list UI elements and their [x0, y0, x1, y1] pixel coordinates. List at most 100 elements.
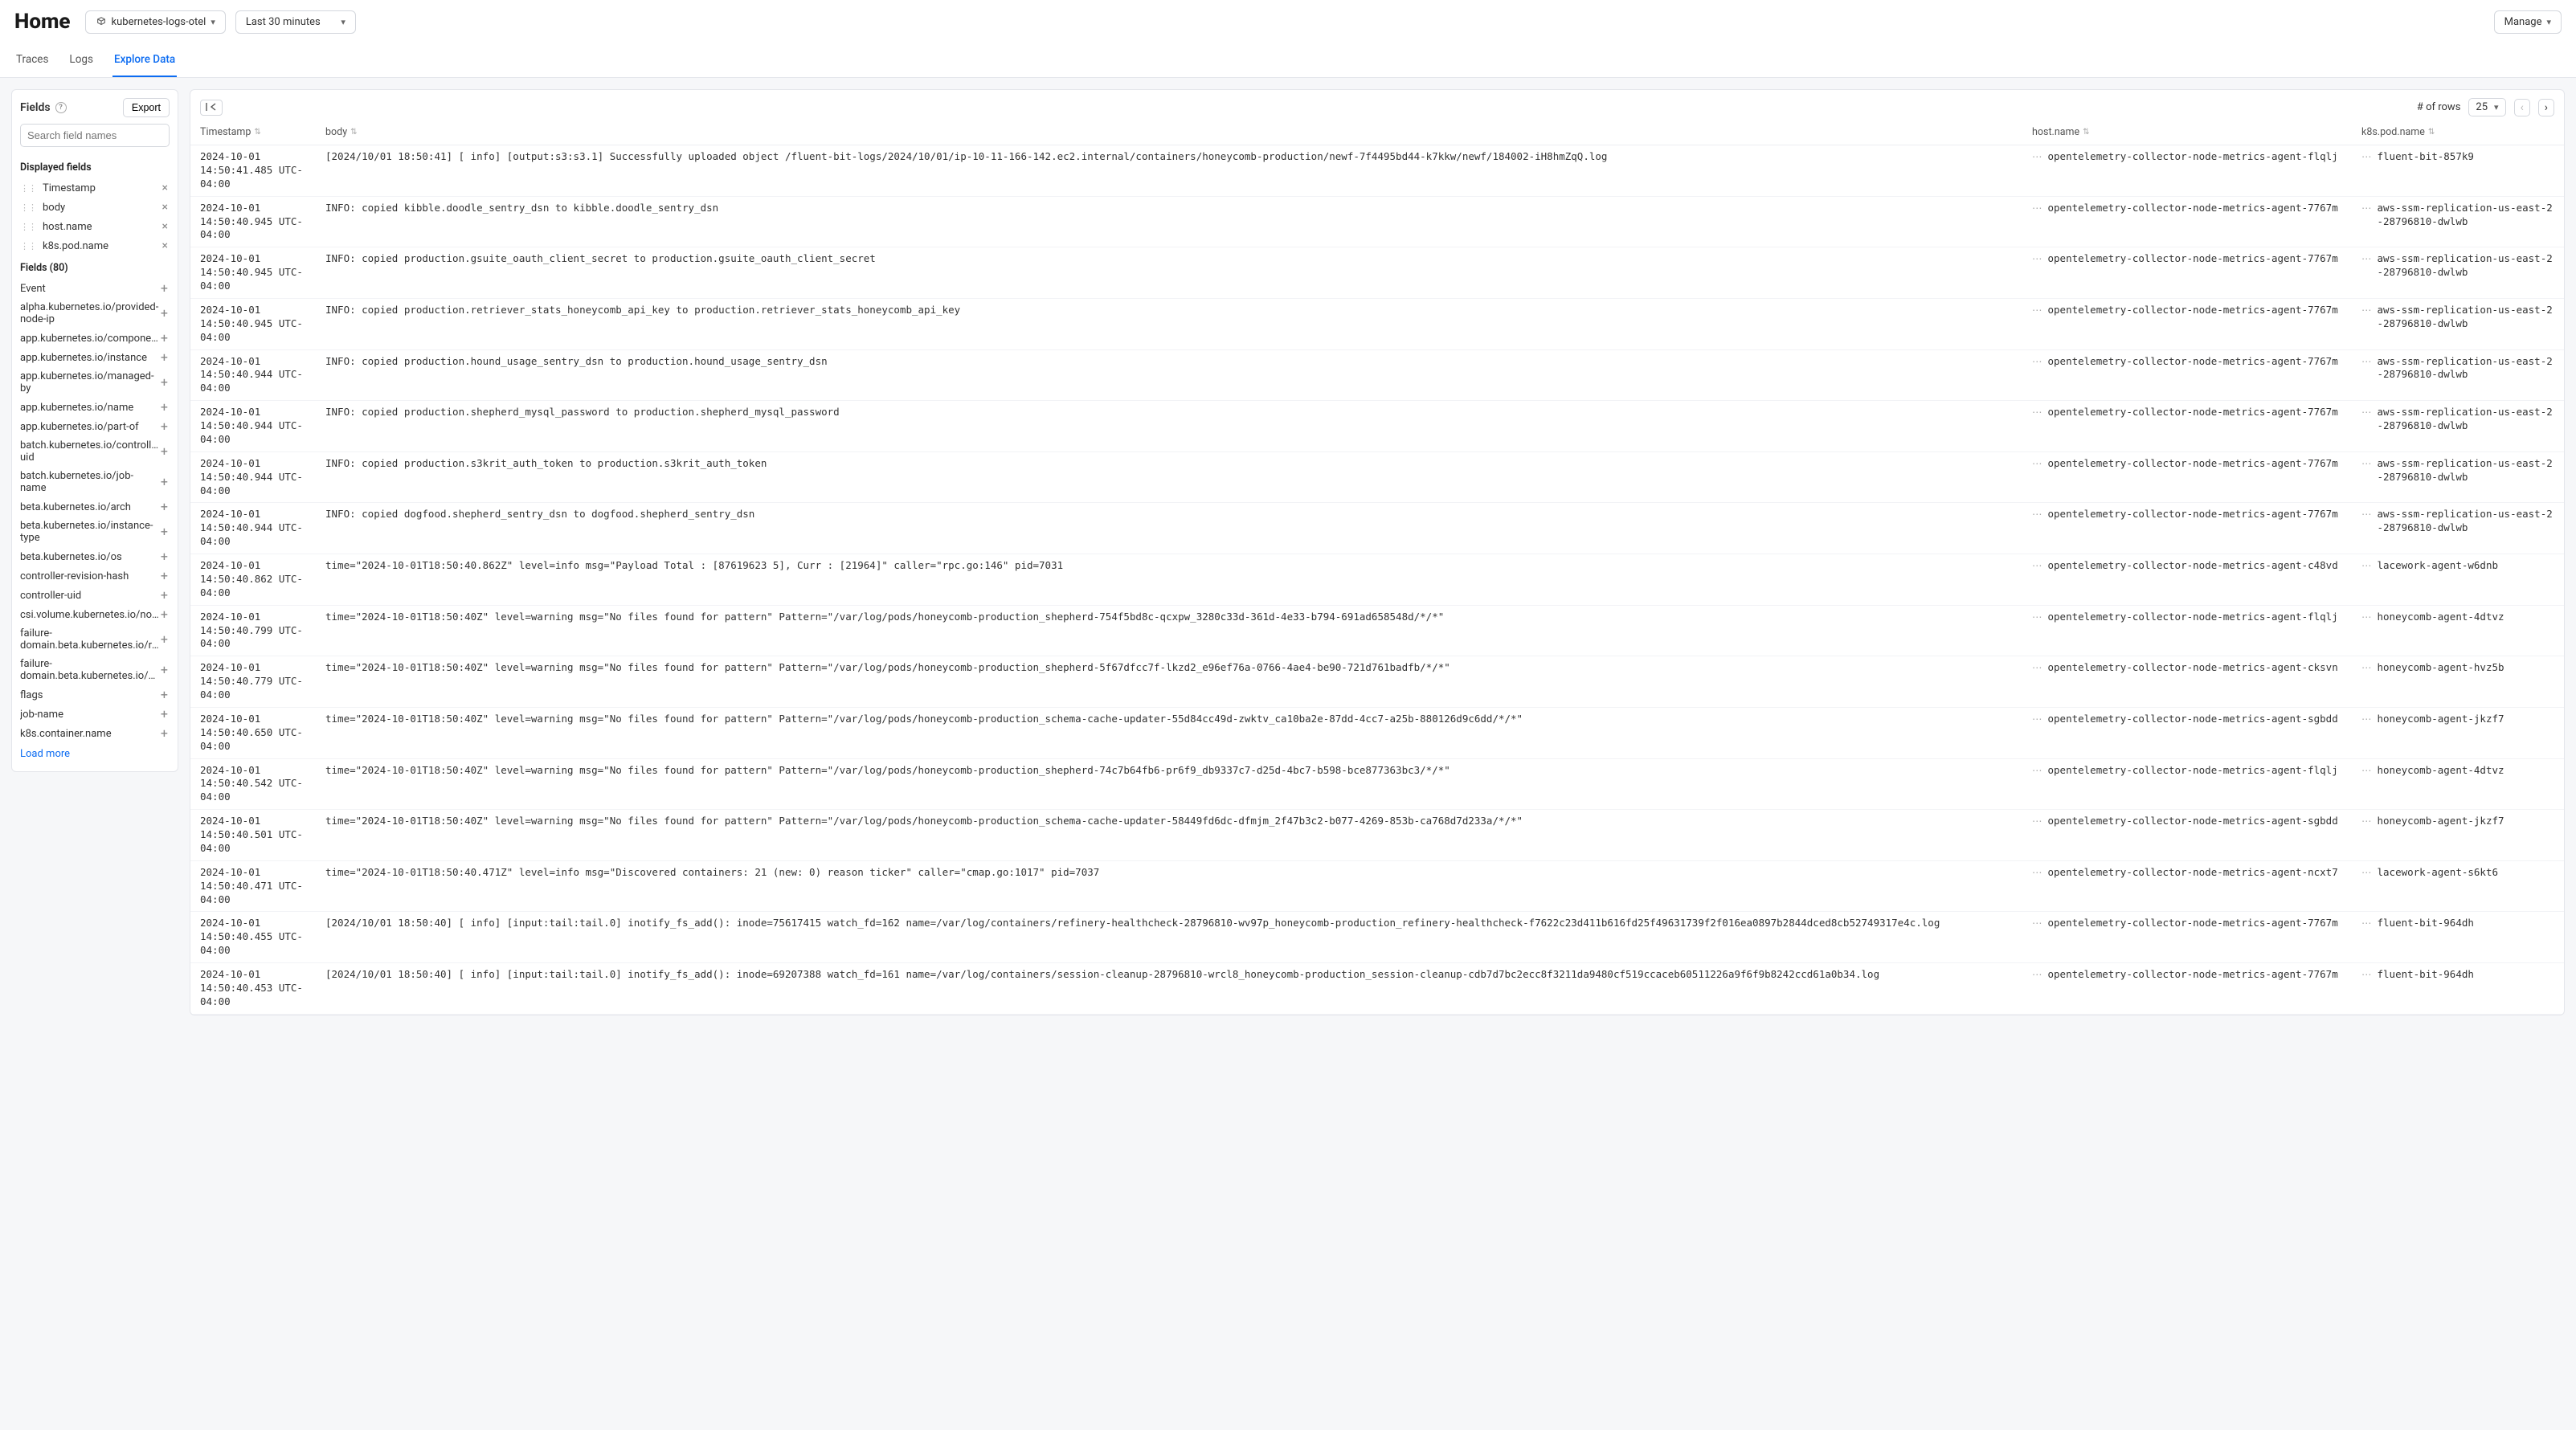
manage-button[interactable]: Manage ▾	[2494, 10, 2562, 34]
row-menu-icon[interactable]: ⋯	[2361, 304, 2373, 317]
table-row[interactable]: 2024-10-01 14:50:40.944 UTC-04:00INFO: c…	[190, 503, 2564, 554]
add-field-icon[interactable]: +	[159, 445, 170, 458]
table-row[interactable]: 2024-10-01 14:50:40.471 UTC-04:00time="2…	[190, 861, 2564, 913]
available-field[interactable]: beta.kubernetes.io/os+	[20, 547, 170, 566]
table-row[interactable]: 2024-10-01 14:50:40.944 UTC-04:00INFO: c…	[190, 452, 2564, 504]
row-menu-icon[interactable]: ⋯	[2361, 457, 2373, 471]
drag-handle-icon[interactable]: ⋮⋮	[20, 241, 36, 251]
row-menu-icon[interactable]: ⋯	[2361, 917, 2373, 930]
drag-handle-icon[interactable]: ⋮⋮	[20, 183, 36, 194]
row-menu-icon[interactable]: ⋯	[2032, 661, 2043, 675]
available-field[interactable]: beta.kubernetes.io/instance-type+	[20, 517, 170, 547]
row-menu-icon[interactable]: ⋯	[2032, 917, 2043, 930]
collapse-sidebar-button[interactable]	[200, 100, 223, 116]
table-row[interactable]: 2024-10-01 14:50:40.862 UTC-04:00time="2…	[190, 554, 2564, 606]
table-row[interactable]: 2024-10-01 14:50:40.650 UTC-04:00time="2…	[190, 708, 2564, 759]
row-menu-icon[interactable]: ⋯	[2361, 406, 2373, 419]
row-menu-icon[interactable]: ⋯	[2361, 150, 2373, 164]
available-field[interactable]: batch.kubernetes.io/controller-uid+	[20, 436, 170, 467]
help-icon[interactable]: ?	[55, 102, 67, 113]
available-field[interactable]: app.kubernetes.io/instance+	[20, 348, 170, 367]
row-menu-icon[interactable]: ⋯	[2361, 508, 2373, 521]
column-pod[interactable]: k8s.pod.name⇅	[2361, 126, 2554, 138]
row-menu-icon[interactable]: ⋯	[2032, 150, 2043, 164]
row-menu-icon[interactable]: ⋯	[2361, 202, 2373, 215]
column-timestamp[interactable]: Timestamp⇅	[197, 126, 325, 138]
tab-logs[interactable]: Logs	[67, 43, 95, 77]
row-menu-icon[interactable]: ⋯	[2361, 661, 2373, 675]
row-menu-icon[interactable]: ⋯	[2361, 252, 2373, 266]
add-field-icon[interactable]: +	[159, 525, 170, 538]
table-row[interactable]: 2024-10-01 14:50:40.453 UTC-04:00[2024/1…	[190, 963, 2564, 1015]
add-field-icon[interactable]: +	[159, 688, 170, 701]
available-field[interactable]: controller-uid+	[20, 586, 170, 605]
add-field-icon[interactable]: +	[159, 282, 170, 295]
tab-traces[interactable]: Traces	[14, 43, 50, 77]
displayed-field[interactable]: ⋮⋮host.name×	[20, 217, 170, 236]
add-field-icon[interactable]: +	[159, 664, 170, 676]
available-field[interactable]: alpha.kubernetes.io/provided-node-ip+	[20, 298, 170, 329]
rows-select[interactable]: 25 ▾	[2468, 98, 2505, 116]
add-field-icon[interactable]: +	[159, 570, 170, 582]
load-more-link[interactable]: Load more	[20, 748, 170, 760]
row-menu-icon[interactable]: ⋯	[2032, 406, 2043, 419]
row-menu-icon[interactable]: ⋯	[2361, 764, 2373, 778]
drag-handle-icon[interactable]: ⋮⋮	[20, 202, 36, 213]
row-menu-icon[interactable]: ⋯	[2032, 866, 2043, 880]
remove-field-icon[interactable]: ×	[161, 201, 170, 214]
row-menu-icon[interactable]: ⋯	[2032, 559, 2043, 573]
export-button[interactable]: Export	[123, 98, 170, 117]
add-field-icon[interactable]: +	[159, 401, 170, 414]
available-field[interactable]: app.kubernetes.io/part-of+	[20, 417, 170, 436]
table-row[interactable]: 2024-10-01 14:50:40.455 UTC-04:00[2024/1…	[190, 912, 2564, 963]
add-field-icon[interactable]: +	[159, 727, 170, 740]
add-field-icon[interactable]: +	[159, 708, 170, 721]
row-menu-icon[interactable]: ⋯	[2032, 815, 2043, 828]
drag-handle-icon[interactable]: ⋮⋮	[20, 222, 36, 232]
table-row[interactable]: 2024-10-01 14:50:40.945 UTC-04:00INFO: c…	[190, 247, 2564, 299]
table-row[interactable]: 2024-10-01 14:50:40.779 UTC-04:00time="2…	[190, 656, 2564, 708]
displayed-field[interactable]: ⋮⋮body×	[20, 198, 170, 217]
row-menu-icon[interactable]: ⋯	[2032, 252, 2043, 266]
add-field-icon[interactable]: +	[159, 476, 170, 488]
remove-field-icon[interactable]: ×	[161, 182, 170, 194]
search-input[interactable]	[20, 124, 170, 147]
table-row[interactable]: 2024-10-01 14:50:40.945 UTC-04:00INFO: c…	[190, 197, 2564, 248]
remove-field-icon[interactable]: ×	[161, 239, 170, 252]
add-field-icon[interactable]: +	[159, 500, 170, 513]
table-row[interactable]: 2024-10-01 14:50:40.944 UTC-04:00INFO: c…	[190, 401, 2564, 452]
displayed-field[interactable]: ⋮⋮k8s.pod.name×	[20, 236, 170, 255]
available-field[interactable]: controller-revision-hash+	[20, 566, 170, 586]
row-menu-icon[interactable]: ⋯	[2361, 559, 2373, 573]
add-field-icon[interactable]: +	[159, 307, 170, 320]
table-row[interactable]: 2024-10-01 14:50:41.485 UTC-04:00[2024/1…	[190, 145, 2564, 197]
dataset-selector[interactable]: kubernetes-logs-otel ▾	[85, 10, 226, 34]
available-field[interactable]: failure-domain.beta.kubernetes.io/region…	[20, 624, 170, 655]
available-field[interactable]: failure-domain.beta.kubernetes.io/zone+	[20, 655, 170, 685]
available-field[interactable]: app.kubernetes.io/component+	[20, 329, 170, 348]
row-menu-icon[interactable]: ⋯	[2032, 202, 2043, 215]
row-menu-icon[interactable]: ⋯	[2032, 611, 2043, 624]
table-row[interactable]: 2024-10-01 14:50:40.944 UTC-04:00INFO: c…	[190, 350, 2564, 402]
available-field[interactable]: Event+	[20, 279, 170, 298]
add-field-icon[interactable]: +	[159, 420, 170, 433]
row-menu-icon[interactable]: ⋯	[2032, 304, 2043, 317]
row-menu-icon[interactable]: ⋯	[2361, 968, 2373, 982]
row-menu-icon[interactable]: ⋯	[2361, 611, 2373, 624]
add-field-icon[interactable]: +	[159, 332, 170, 345]
add-field-icon[interactable]: +	[159, 589, 170, 602]
row-menu-icon[interactable]: ⋯	[2032, 713, 2043, 726]
available-field[interactable]: batch.kubernetes.io/job-name+	[20, 467, 170, 497]
row-menu-icon[interactable]: ⋯	[2361, 866, 2373, 880]
available-field[interactable]: csi.volume.kubernetes.io/nodeid+	[20, 605, 170, 624]
add-field-icon[interactable]: +	[159, 608, 170, 621]
column-body[interactable]: body⇅	[325, 126, 2016, 138]
column-host[interactable]: host.name⇅	[2032, 126, 2361, 138]
row-menu-icon[interactable]: ⋯	[2361, 815, 2373, 828]
row-menu-icon[interactable]: ⋯	[2032, 355, 2043, 369]
tab-explore-data[interactable]: Explore Data	[112, 43, 177, 77]
next-page-button[interactable]: ›	[2538, 99, 2554, 116]
available-field[interactable]: app.kubernetes.io/name+	[20, 398, 170, 417]
row-menu-icon[interactable]: ⋯	[2361, 355, 2373, 369]
add-field-icon[interactable]: +	[159, 376, 170, 389]
